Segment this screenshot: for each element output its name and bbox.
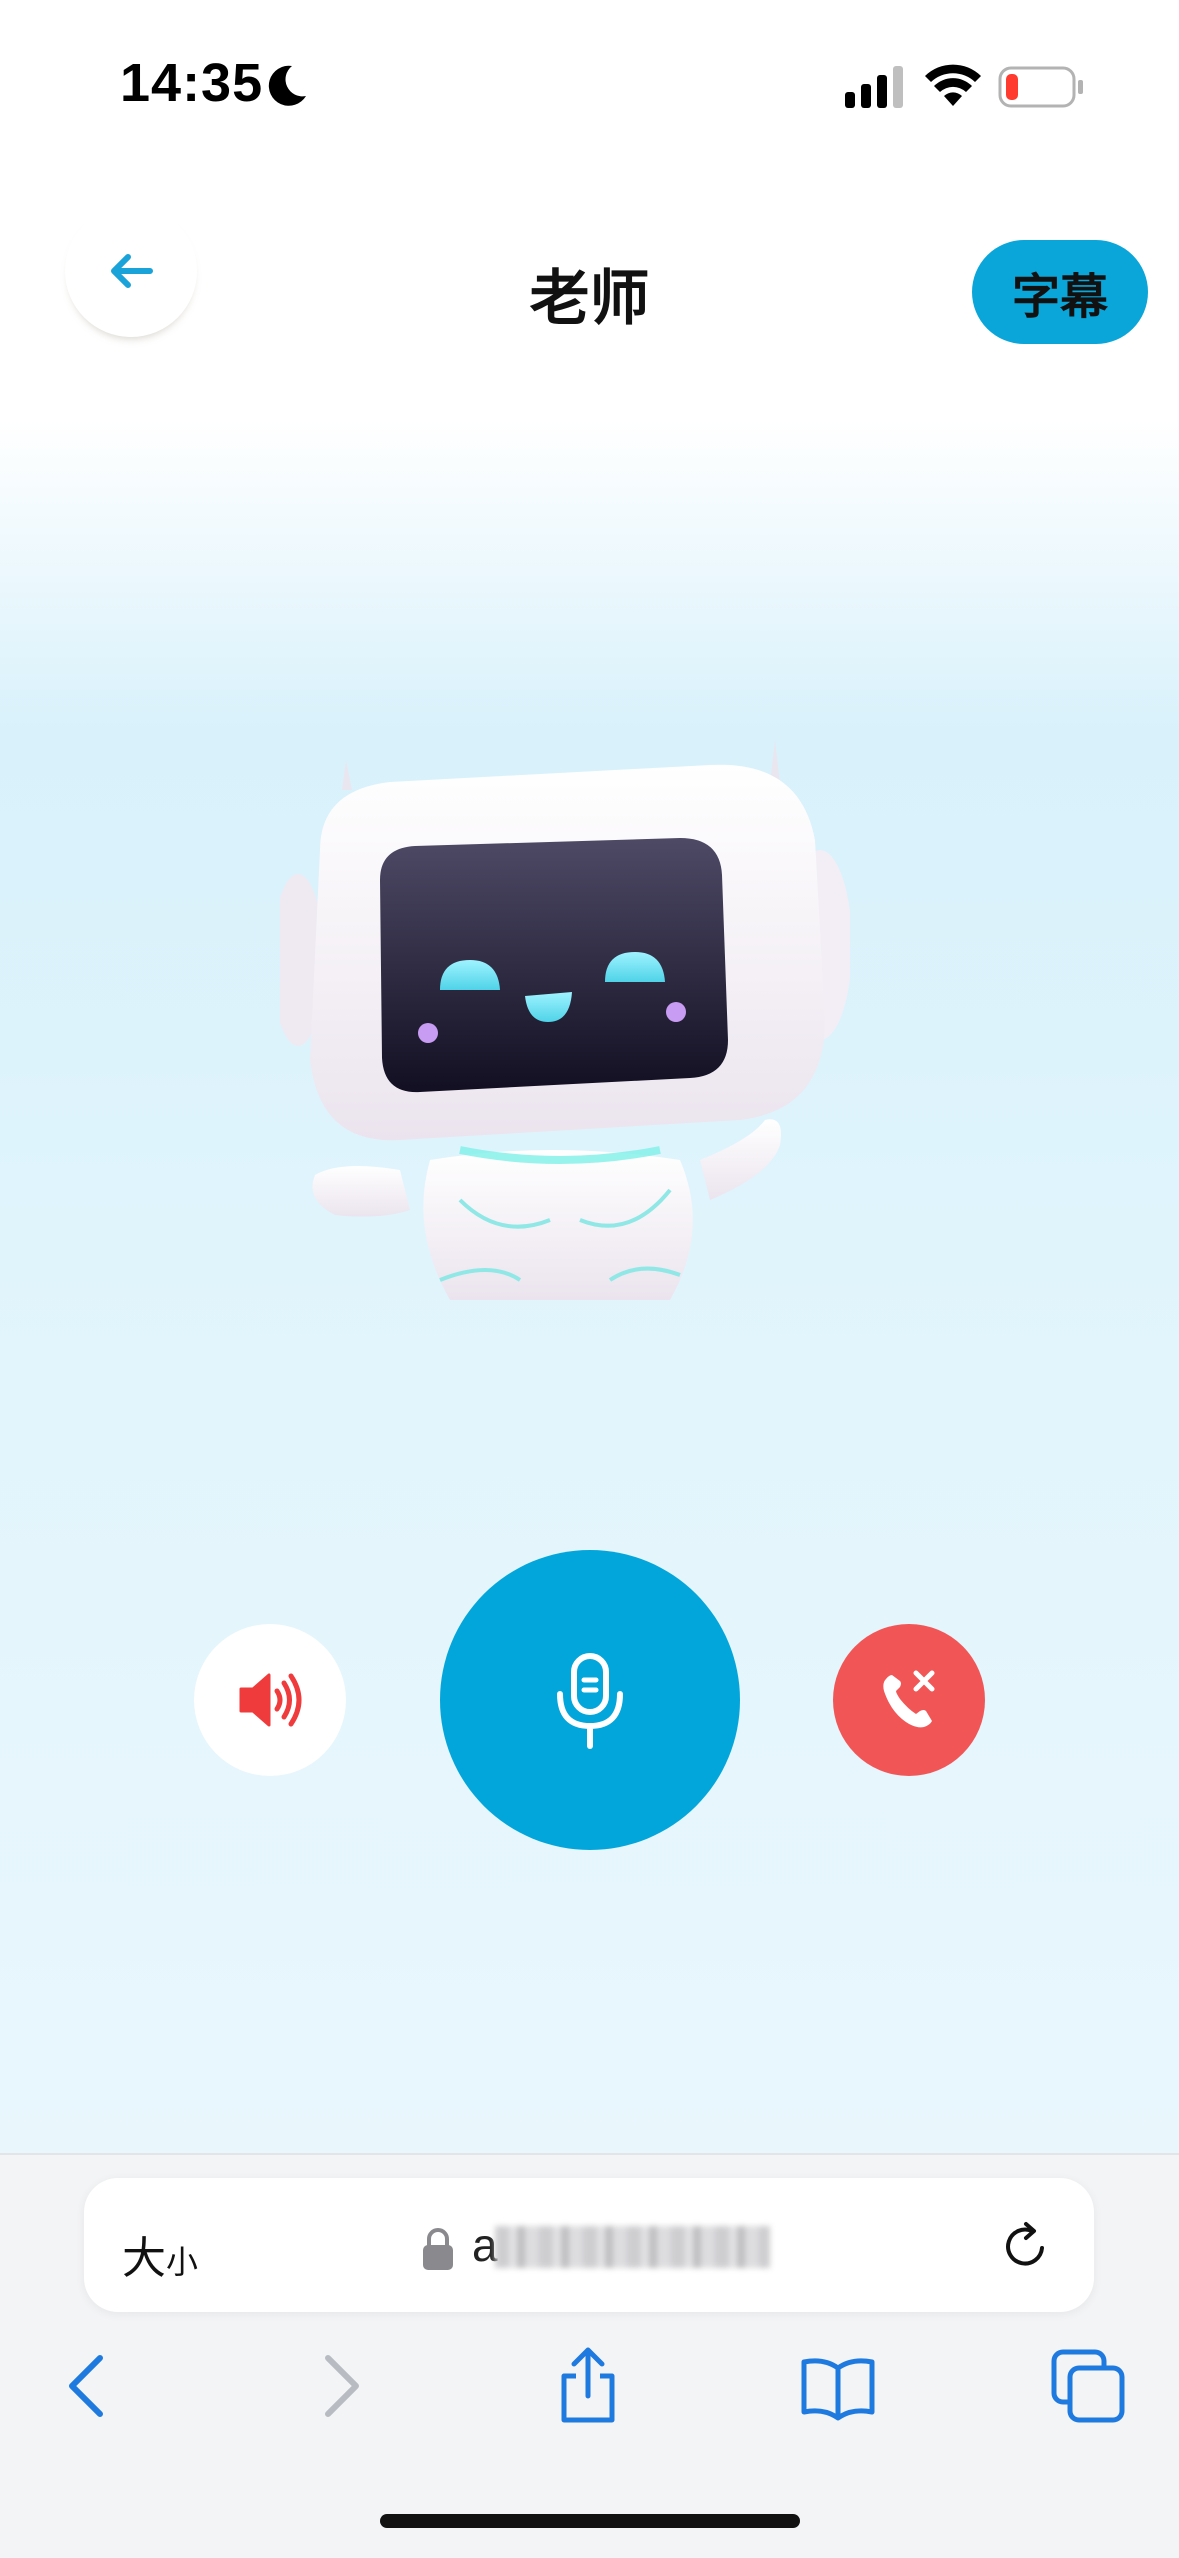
microphone-icon — [557, 1653, 623, 1749]
home-indicator — [380, 2514, 800, 2528]
reload-icon[interactable] — [998, 2218, 1054, 2274]
cellular-signal-icon — [845, 66, 903, 108]
text-size-button[interactable]: 大小 — [122, 2222, 198, 2286]
wifi-icon — [925, 64, 981, 106]
battery-low-icon — [998, 66, 1083, 108]
bookmarks-icon[interactable] — [798, 2346, 878, 2426]
status-time: 14:35 — [120, 53, 264, 113]
back-icon[interactable] — [48, 2346, 128, 2426]
text-size-big: 大 — [122, 2233, 166, 2284]
speaker-icon — [239, 1673, 302, 1727]
text-size-small: 小 — [166, 2243, 199, 2281]
tabs-icon[interactable] — [1048, 2346, 1128, 2426]
phone-hangup-icon — [883, 1670, 935, 1728]
url-redacted — [495, 2226, 770, 2268]
microphone-button[interactable] — [440, 1550, 740, 1850]
lock-icon — [423, 2228, 453, 2270]
url-text: a — [472, 2219, 498, 2271]
share-icon[interactable] — [548, 2346, 628, 2426]
speaker-button[interactable] — [194, 1624, 346, 1776]
moon-icon — [268, 65, 306, 106]
subtitle-button[interactable]: 字幕 — [972, 240, 1148, 344]
robot-avatar — [280, 740, 850, 1300]
forward-icon[interactable] — [300, 2346, 380, 2426]
hangup-button[interactable] — [833, 1624, 985, 1776]
